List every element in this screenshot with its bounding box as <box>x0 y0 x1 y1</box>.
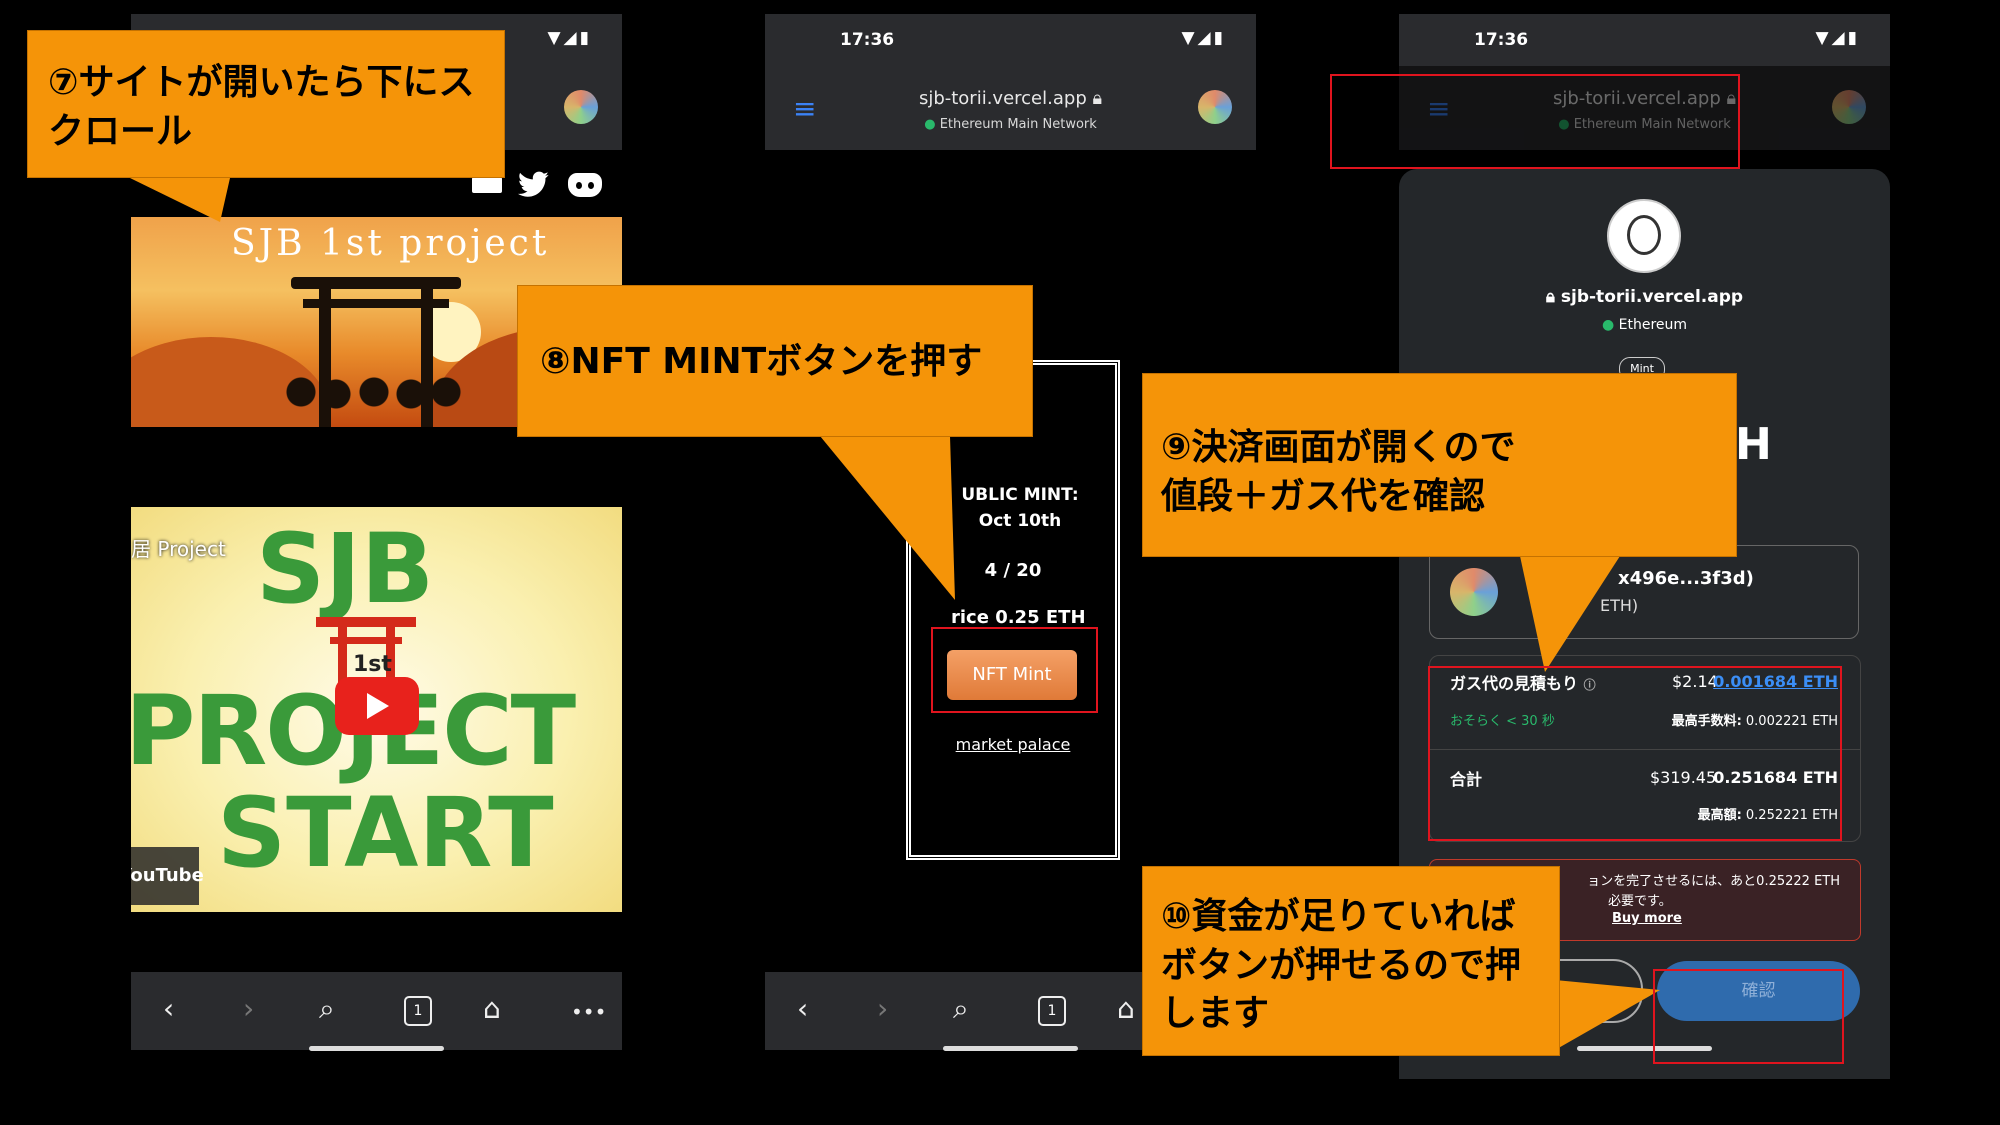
highlight-mint-button <box>931 627 1098 713</box>
callout-step-9: ⑨決済画面が開くので 値段＋ガス代を確認 <box>1142 373 1737 557</box>
callout-step-7: ⑦サイトが開いたら下にスクロール <box>27 30 505 178</box>
highlight-url-bar <box>1330 74 1740 169</box>
callout-step-8: ⑧NFT MINTボタンを押す <box>517 285 1033 437</box>
callout-step-10: ⑩資金が足りていれば ボタンが押せるので押 します <box>1142 866 1560 1056</box>
highlight-confirm-button <box>1653 969 1844 1064</box>
highlight-fee-panel <box>1428 666 1842 841</box>
